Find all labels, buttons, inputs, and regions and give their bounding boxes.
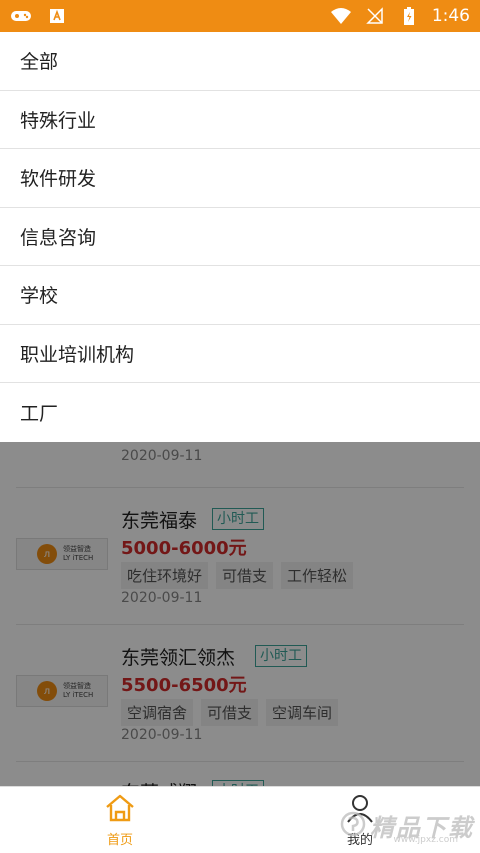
wifi-icon	[330, 7, 352, 25]
filter-item-school[interactable]: 学校	[0, 266, 480, 325]
status-bar: 1:46	[0, 0, 480, 32]
gamepad-icon	[10, 7, 32, 25]
watermark: 精品下载 www.jpxz.com	[340, 808, 474, 845]
filter-item-consulting[interactable]: 信息咨询	[0, 208, 480, 266]
a-box-icon	[46, 7, 68, 25]
home-icon	[103, 793, 137, 827]
bottom-nav: 首页 我的 精品下载 www.jpxz.com	[0, 786, 480, 853]
filter-item-special-industry[interactable]: 特殊行业	[0, 91, 480, 149]
filter-item-software[interactable]: 软件研发	[0, 149, 480, 208]
dim-overlay[interactable]	[0, 442, 480, 786]
watermark-url: www.jpxz.com	[393, 835, 458, 845]
no-sim-icon	[364, 7, 386, 25]
industry-filter-dropdown: 全部 特殊行业 软件研发 信息咨询 学校 职业培训机构 工厂	[0, 32, 480, 442]
watermark-logo-icon	[340, 811, 366, 841]
filter-item-all[interactable]: 全部	[0, 32, 480, 91]
nav-home-label: 首页	[106, 833, 133, 848]
clock: 1:46	[431, 6, 470, 26]
battery-charging-icon	[398, 7, 420, 25]
filter-item-factory[interactable]: 工厂	[0, 383, 480, 442]
nav-home[interactable]: 首页	[90, 793, 150, 848]
filter-item-training[interactable]: 职业培训机构	[0, 325, 480, 383]
